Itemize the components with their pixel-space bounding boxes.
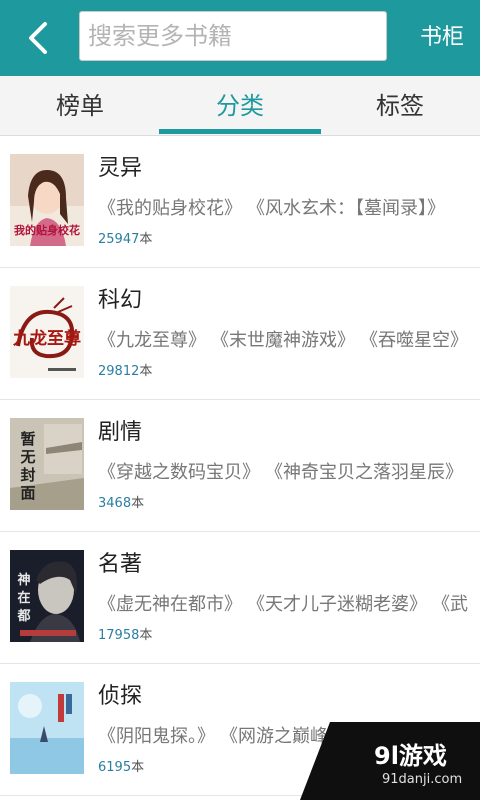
active-tab-indicator	[159, 129, 321, 134]
book-count: 29812本	[98, 360, 152, 379]
book-title: 《吞噬星空》	[369, 330, 468, 351]
book-cover: 暂 无 封 面	[10, 418, 84, 510]
svg-text:都: 都	[16, 608, 30, 624]
category-name: 科幻	[98, 288, 143, 313]
svg-text:封: 封	[20, 466, 35, 484]
category-row-lingyi[interactable]: 我的贴身校花 灵异 《我的贴身校花》 《风水玄术：【墓闻录】》 25947本	[0, 136, 480, 268]
svg-text:无: 无	[19, 448, 35, 466]
book-title: 《天才儿子迷糊老婆》	[256, 594, 427, 615]
book-title: 《武	[441, 594, 468, 615]
tab-rankings[interactable]: 榜单	[0, 76, 160, 134]
book-title: 《穿越之数码宝贝》	[98, 462, 260, 483]
category-row-mingzhu[interactable]: 神 在 都 名著 《虚无神在都市》 《天才儿子迷糊老婆》 《武 17958本	[0, 532, 480, 664]
svg-text:我的贴身校花: 我的贴身校花	[14, 223, 80, 237]
book-title: 《我的贴身校花》	[98, 198, 242, 219]
count-value: 6195	[98, 760, 132, 775]
tab-tags[interactable]: 标签	[320, 76, 480, 134]
book-cover	[10, 682, 84, 774]
count-unit: 本	[139, 628, 153, 643]
count-unit: 本	[131, 760, 145, 775]
count-value: 3468	[98, 496, 132, 511]
svg-text:暂: 暂	[20, 430, 35, 448]
book-title: 《虚无神在都市》	[98, 594, 242, 615]
tab-bar: 榜单 分类 标签	[0, 76, 480, 136]
count-value: 25947	[98, 232, 140, 247]
category-name: 名著	[98, 552, 143, 577]
category-name: 灵异	[98, 156, 143, 181]
svg-text:在: 在	[17, 590, 30, 606]
sample-books: 《虚无神在都市》 《天才儿子迷糊老婆》 《武	[98, 590, 480, 616]
book-cover: 九龙至尊	[10, 286, 84, 378]
svg-text:面: 面	[20, 484, 35, 502]
book-title: 《阴阳鬼探。》	[98, 726, 215, 747]
count-unit: 本	[131, 496, 145, 511]
sample-books: 《九龙至尊》 《末世魔神游戏》 《吞噬星空》	[98, 326, 480, 352]
book-cover: 神 在 都	[10, 550, 84, 642]
category-name: 侦探	[98, 684, 143, 709]
category-name: 剧情	[98, 420, 143, 445]
svg-text:神: 神	[17, 572, 30, 588]
book-cover: 我的贴身校花	[10, 154, 84, 246]
svg-text:九龙至尊: 九龙至尊	[12, 328, 81, 349]
sample-books: 《穿越之数码宝贝》 《神奇宝贝之落羽星辰》	[98, 458, 480, 484]
count-value: 29812	[98, 364, 140, 379]
bookshelf-button[interactable]: 书柜	[412, 18, 472, 58]
category-list[interactable]: 我的贴身校花 灵异 《我的贴身校花》 《风水玄术：【墓闻录】》 25947本 九龙…	[0, 136, 480, 800]
tab-categories[interactable]: 分类	[160, 76, 320, 134]
book-title: 《末世魔神游戏》	[220, 330, 355, 351]
book-count: 25947本	[98, 228, 152, 247]
book-title: 《风水玄术：【墓闻录】》	[256, 198, 445, 219]
count-unit: 本	[139, 364, 153, 379]
back-button[interactable]	[18, 16, 62, 60]
count-unit: 本	[139, 232, 153, 247]
book-count: 17958本	[98, 624, 152, 643]
search-box[interactable]	[79, 11, 387, 61]
book-count: 3468本	[98, 492, 144, 511]
count-value: 17958	[98, 628, 140, 643]
book-title: 《神奇宝贝之落羽星辰》	[274, 462, 463, 483]
book-title: 《九龙至尊》	[98, 330, 206, 351]
book-count: 6195本	[98, 756, 144, 775]
category-row-kehuan[interactable]: 九龙至尊 科幻 《九龙至尊》 《末世魔神游戏》 《吞噬星空》 29812本	[0, 268, 480, 400]
watermark-logo: 9l游戏	[374, 742, 447, 770]
sample-books: 《我的贴身校花》 《风水玄术：【墓闻录】》	[98, 194, 480, 220]
category-row-juqing[interactable]: 暂 无 封 面 剧情 《穿越之数码宝贝》 《神奇宝贝之落羽星辰》 3468本	[0, 400, 480, 532]
watermark-url: 91danji.com	[382, 772, 463, 787]
search-input[interactable]	[88, 18, 378, 54]
chevron-left-icon	[29, 22, 47, 54]
top-bar: 书柜	[0, 0, 480, 76]
